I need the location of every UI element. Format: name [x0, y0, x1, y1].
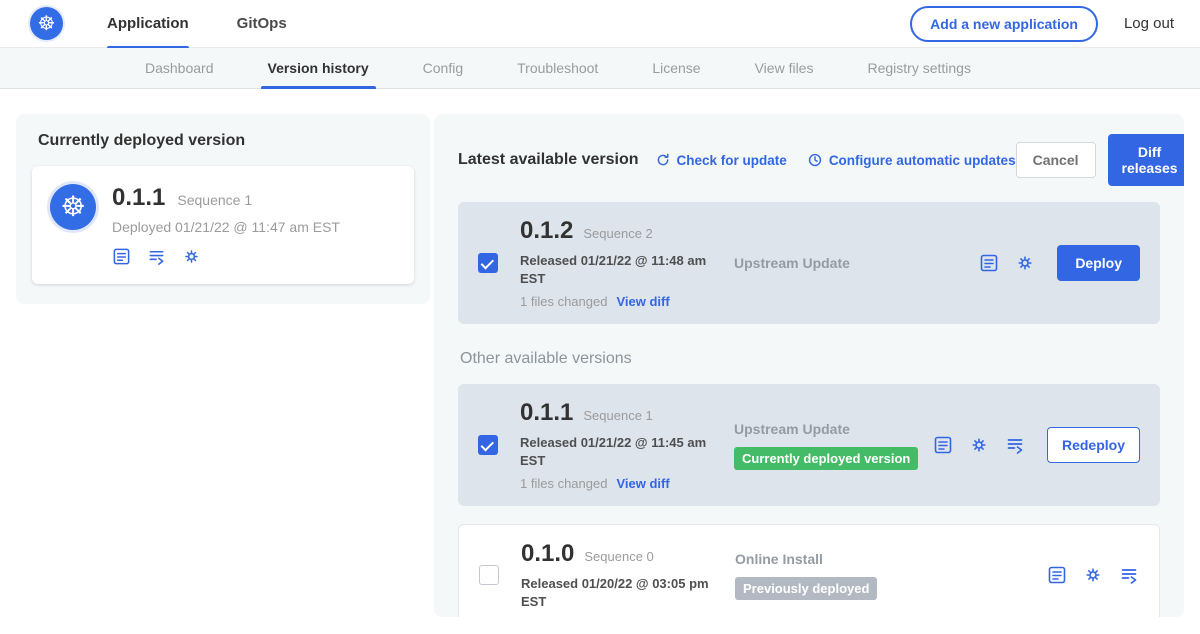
release-notes-icon[interactable] — [112, 247, 131, 266]
tab-dashboard[interactable]: Dashboard — [118, 48, 241, 88]
deployed-version-number: 0.1.1 — [112, 184, 165, 212]
version-row: 0.1.2 Sequence 2 Released 01/21/22 @ 11:… — [458, 202, 1160, 324]
version-row: 0.1.0 Sequence 0 Released 01/20/22 @ 03:… — [458, 524, 1160, 617]
version-source-label: Upstream Update — [734, 421, 933, 437]
release-notes-icon[interactable] — [933, 435, 953, 455]
nav-tab-application[interactable]: Application — [107, 0, 189, 48]
deploy-logs-icon[interactable] — [147, 247, 166, 266]
other-versions-title: Other available versions — [460, 350, 1160, 368]
tab-view-files[interactable]: View files — [728, 48, 841, 88]
tab-registry-settings[interactable]: Registry settings — [840, 48, 997, 88]
released-timestamp: Released 01/21/22 @ 11:45 am EST — [520, 434, 716, 469]
version-number: 0.1.1 — [520, 399, 573, 427]
version-history-panel: Latest available version Check for updat… — [434, 114, 1184, 617]
version-number: 0.1.0 — [521, 540, 574, 568]
files-changed-label: 1 files changed — [520, 476, 607, 491]
version-source-label: Upstream Update — [734, 255, 979, 271]
deployed-panel-title: Currently deployed version — [38, 132, 414, 150]
redeploy-button[interactable]: Redeploy — [1047, 427, 1140, 463]
deployed-timestamp: Deployed 01/21/22 @ 11:47 am EST — [112, 219, 340, 235]
version-number: 0.1.2 — [520, 217, 573, 245]
sequence-label: Sequence 1 — [583, 408, 652, 423]
tab-troubleshoot[interactable]: Troubleshoot — [490, 48, 625, 88]
deployed-sequence-label: Sequence 1 — [177, 192, 252, 208]
deploy-logs-icon[interactable] — [1119, 565, 1139, 585]
edit-config-icon[interactable] — [182, 247, 201, 266]
view-diff-link[interactable]: View diff — [616, 294, 669, 309]
diff-releases-button[interactable]: Diff releases — [1108, 134, 1185, 186]
release-notes-icon[interactable] — [979, 253, 999, 273]
version-source-label: Online Install — [735, 551, 1047, 567]
version-checkbox[interactable] — [478, 435, 498, 455]
edit-config-icon[interactable] — [1015, 253, 1035, 273]
kubernetes-logo-icon — [30, 7, 63, 40]
sequence-label: Sequence 0 — [584, 549, 653, 564]
app-kubernetes-icon — [50, 184, 96, 230]
top-navbar: Application GitOps Add a new application… — [0, 0, 1200, 48]
clock-icon — [807, 152, 823, 168]
released-timestamp: Released 01/20/22 @ 03:05 pm EST — [521, 575, 717, 610]
edit-config-icon[interactable] — [1083, 565, 1103, 585]
tab-version-history[interactable]: Version history — [241, 48, 396, 88]
configure-automatic-updates-link[interactable]: Configure automatic updates — [807, 152, 1016, 168]
latest-version-header: Latest available version Check for updat… — [458, 134, 1160, 186]
nav-tab-gitops[interactable]: GitOps — [237, 0, 287, 48]
version-row: 0.1.1 Sequence 1 Released 01/21/22 @ 11:… — [458, 384, 1160, 506]
latest-version-title: Latest available version — [458, 151, 639, 169]
cancel-button[interactable]: Cancel — [1016, 142, 1096, 178]
view-diff-link[interactable]: View diff — [616, 476, 669, 491]
logout-link[interactable]: Log out — [1124, 15, 1174, 32]
currently-deployed-panel: Currently deployed version 0.1.1 Sequenc… — [16, 114, 430, 304]
add-new-application-button[interactable]: Add a new application — [910, 6, 1098, 42]
deploy-button[interactable]: Deploy — [1057, 245, 1140, 281]
edit-config-icon[interactable] — [969, 435, 989, 455]
refresh-icon — [655, 152, 671, 168]
deployed-version-card: 0.1.1 Sequence 1 Deployed 01/21/22 @ 11:… — [32, 166, 414, 284]
sequence-label: Sequence 2 — [583, 226, 652, 241]
sub-navbar: Dashboard Version history Config Trouble… — [0, 48, 1200, 89]
version-checkbox[interactable] — [479, 565, 499, 585]
check-for-update-link[interactable]: Check for update — [655, 152, 787, 168]
released-timestamp: Released 01/21/22 @ 11:48 am EST — [520, 252, 716, 287]
previously-deployed-badge: Previously deployed — [735, 577, 877, 600]
currently-deployed-badge: Currently deployed version — [734, 447, 918, 470]
deploy-logs-icon[interactable] — [1005, 435, 1025, 455]
tab-license[interactable]: License — [625, 48, 727, 88]
version-checkbox[interactable] — [478, 253, 498, 273]
tab-config[interactable]: Config — [396, 48, 490, 88]
release-notes-icon[interactable] — [1047, 565, 1067, 585]
files-changed-label: 1 files changed — [520, 294, 607, 309]
